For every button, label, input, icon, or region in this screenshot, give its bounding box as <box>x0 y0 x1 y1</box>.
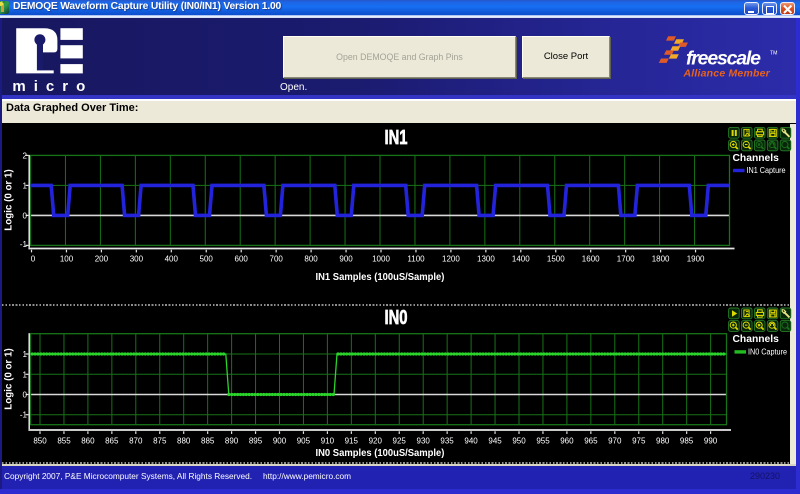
svg-text:IN0 Samples (100uS/Sample): IN0 Samples (100uS/Sample) <box>316 447 445 459</box>
svg-text:925: 925 <box>393 436 407 445</box>
svg-text:875: 875 <box>153 436 167 445</box>
svg-text:920: 920 <box>369 436 383 445</box>
svg-text:965: 965 <box>584 436 598 445</box>
svg-text:0: 0 <box>23 211 28 220</box>
svg-text:930: 930 <box>417 436 431 445</box>
svg-text:890: 890 <box>225 436 239 445</box>
svg-text:935: 935 <box>440 436 454 445</box>
svg-text:955: 955 <box>536 436 550 445</box>
svg-text:300: 300 <box>130 255 144 264</box>
svg-text:885: 885 <box>201 436 215 445</box>
svg-text:975: 975 <box>632 436 646 445</box>
svg-text:910: 910 <box>321 436 335 445</box>
svg-text:880: 880 <box>177 436 191 445</box>
svg-text:940: 940 <box>464 436 478 445</box>
svg-text:100: 100 <box>60 255 74 264</box>
svg-text:1700: 1700 <box>617 255 635 264</box>
svg-text:700: 700 <box>270 255 284 264</box>
svg-text:Channels: Channels <box>733 334 780 345</box>
svg-text:945: 945 <box>488 436 502 445</box>
svg-text:1400: 1400 <box>512 255 530 264</box>
svg-text:900: 900 <box>273 436 287 445</box>
svg-text:0: 0 <box>31 255 36 264</box>
svg-text:1800: 1800 <box>652 255 670 264</box>
svg-text:990: 990 <box>704 436 718 445</box>
svg-text:2: 2 <box>23 151 28 160</box>
svg-text:960: 960 <box>560 436 574 445</box>
svg-text:1600: 1600 <box>582 255 600 264</box>
svg-text:IN1: IN1 <box>384 126 407 149</box>
svg-text:970: 970 <box>608 436 622 445</box>
svg-text:800: 800 <box>304 255 318 264</box>
svg-text:IN0 Capture: IN0 Capture <box>748 347 787 356</box>
svg-text:IN0: IN0 <box>384 306 407 329</box>
svg-text:0: 0 <box>23 391 28 400</box>
svg-text:1: 1 <box>23 181 28 190</box>
svg-text:1: 1 <box>23 350 28 359</box>
svg-text:865: 865 <box>105 436 119 445</box>
svg-text:905: 905 <box>297 436 311 445</box>
svg-text:1200: 1200 <box>442 255 460 264</box>
svg-text:IN1 Samples (100uS/Sample): IN1 Samples (100uS/Sample) <box>316 272 445 284</box>
svg-text:200: 200 <box>95 255 109 264</box>
svg-text:-1: -1 <box>20 240 28 249</box>
svg-text:1: 1 <box>23 370 28 379</box>
svg-text:855: 855 <box>57 436 71 445</box>
svg-text:985: 985 <box>680 436 694 445</box>
svg-text:1900: 1900 <box>687 255 705 264</box>
svg-text:870: 870 <box>129 436 143 445</box>
svg-text:915: 915 <box>345 436 359 445</box>
svg-text:1000: 1000 <box>372 255 390 264</box>
svg-text:1300: 1300 <box>477 255 495 264</box>
svg-text:-1: -1 <box>20 411 28 420</box>
svg-text:600: 600 <box>235 255 249 264</box>
svg-text:895: 895 <box>249 436 263 445</box>
svg-text:860: 860 <box>81 436 95 445</box>
svg-text:500: 500 <box>200 255 214 264</box>
svg-text:IN1 Capture: IN1 Capture <box>747 166 786 175</box>
svg-text:850: 850 <box>33 436 47 445</box>
svg-text:Channels: Channels <box>733 153 780 164</box>
svg-text:1100: 1100 <box>407 255 425 264</box>
svg-text:1500: 1500 <box>547 255 565 264</box>
svg-text:Logic (0 or 1): Logic (0 or 1) <box>4 169 15 231</box>
svg-text:Logic (0 or 1): Logic (0 or 1) <box>4 348 15 410</box>
svg-text:400: 400 <box>165 255 179 264</box>
svg-text:980: 980 <box>656 436 670 445</box>
svg-text:900: 900 <box>339 255 353 264</box>
svg-text:950: 950 <box>512 436 526 445</box>
